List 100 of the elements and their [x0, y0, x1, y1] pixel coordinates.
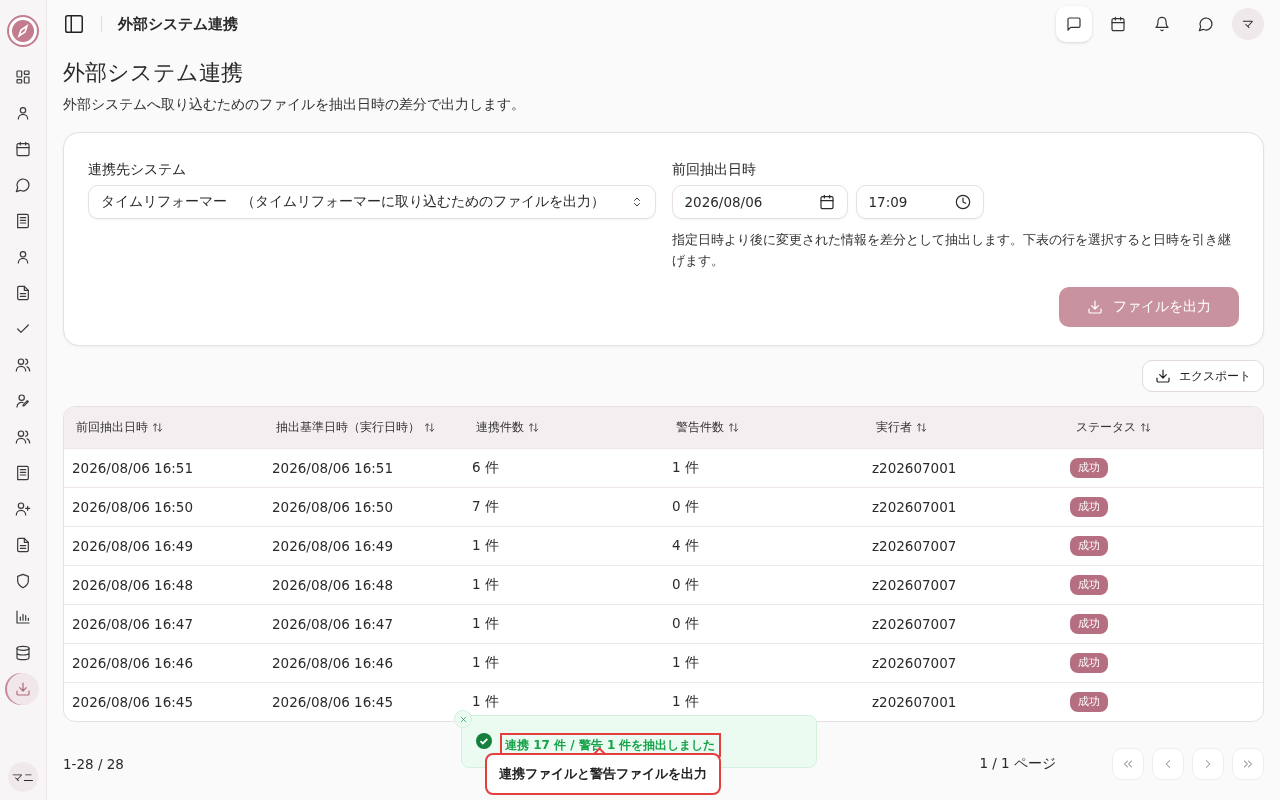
table-cell-text: 2026/08/06 16:45 — [271, 694, 394, 710]
message-button[interactable] — [1056, 6, 1092, 42]
table-cell-text: z202607007 — [871, 577, 958, 593]
table-cell-text: 1 件 — [471, 576, 500, 594]
users-icon — [15, 357, 31, 373]
document-icon — [15, 285, 31, 301]
export-button[interactable]: エクスポート — [1142, 360, 1264, 392]
user-avatar[interactable]: マニ — [8, 762, 38, 792]
tooltip: 連携ファイルと警告ファイルを出力 — [485, 753, 721, 795]
table-cell-text: 2026/08/06 16:47 — [71, 616, 194, 632]
status-badge: 成功 — [1070, 497, 1108, 517]
system-select[interactable]: タイムリフォーマー （タイムリフォーマーに取り込むためのファイルを出力） — [88, 185, 656, 219]
status-badge: 成功 — [1070, 458, 1108, 478]
table-cell-text: 2026/08/06 16:50 — [71, 499, 194, 515]
sort-icon — [424, 422, 435, 433]
notebook-icon — [15, 213, 31, 229]
table-cell-text: 2026/08/06 16:51 — [71, 460, 194, 476]
shield-icon — [15, 573, 31, 589]
page-description: 外部システムへ取り込むためのファイルを抽出日時の差分で出力します。 — [63, 96, 526, 114]
table-cell-text: 2026/08/06 16:50 — [271, 499, 394, 515]
column-header[interactable]: 前回抽出日時 — [64, 407, 264, 448]
check-circle-icon — [476, 733, 492, 749]
table-cell-text: 1 件 — [671, 654, 700, 672]
sort-icon — [728, 422, 739, 433]
database-icon — [15, 645, 31, 661]
table-cell-text: z202607001 — [871, 694, 958, 710]
status-badge: 成功 — [1070, 536, 1108, 556]
table-cell-text: 6 件 — [471, 459, 500, 477]
table-cell-text: z202607001 — [871, 460, 958, 476]
column-header[interactable]: 実行者 — [864, 407, 1064, 448]
status-badge: 成功 — [1070, 653, 1108, 673]
sort-icon — [152, 422, 163, 433]
row-range: 1-28 / 28 — [63, 756, 124, 772]
table-cell-text: 1 件 — [471, 654, 500, 672]
table-cell-text: 0 件 — [671, 498, 700, 516]
status-badge: 成功 — [1070, 614, 1108, 634]
table-cell-text: 2026/08/06 16:51 — [271, 460, 394, 476]
column-header[interactable]: 抽出基準日時（実行日時） — [264, 407, 464, 448]
message-icon — [1066, 16, 1082, 32]
document-icon — [15, 537, 31, 553]
table-cell-text: 1 件 — [671, 459, 700, 477]
page-title: 外部システム連携 — [63, 59, 244, 87]
bar-chart-icon — [15, 609, 31, 625]
table-cell-text: 2026/08/06 16:46 — [71, 655, 194, 671]
bell-icon — [1154, 16, 1170, 32]
status-badge: 成功 — [1070, 575, 1108, 595]
user-icon — [15, 105, 31, 121]
user-icon — [15, 249, 31, 265]
download-icon — [15, 681, 31, 697]
table-cell-text: z202607007 — [871, 538, 958, 554]
table-cell-text: z202607007 — [871, 616, 958, 632]
sidebar-toggle-icon — [63, 13, 85, 35]
user-edit-icon — [15, 393, 31, 409]
sort-icon — [916, 422, 927, 433]
calendar-icon — [1110, 16, 1126, 32]
sort-icon — [528, 422, 539, 433]
table-cell-text: 2026/08/06 16:48 — [271, 577, 394, 593]
double-chevron-left-icon — [1121, 757, 1135, 771]
page-header-title: 外部システム連携 — [118, 14, 238, 34]
clock-icon — [954, 194, 971, 210]
table-cell-text: z202607007 — [871, 655, 958, 671]
table-cell-text: 1 件 — [471, 693, 500, 711]
compass-logo[interactable] — [7, 15, 39, 47]
table-cell-text: 2026/08/06 16:45 — [71, 694, 194, 710]
table-cell-text: 2026/08/06 16:46 — [271, 655, 394, 671]
column-header[interactable]: ステータス — [1064, 407, 1263, 448]
table-cell-text: 0 件 — [671, 576, 700, 594]
column-header[interactable]: 警告件数 — [664, 407, 864, 448]
table-cell-text: 0 件 — [671, 615, 700, 633]
table-cell-text: 2026/08/06 16:48 — [71, 577, 194, 593]
table-cell-text: z202607001 — [871, 499, 958, 515]
download-icon — [1155, 368, 1171, 384]
table-cell-text: 2026/08/06 16:47 — [271, 616, 394, 632]
column-header[interactable]: 連携件数 — [464, 407, 664, 448]
date-field[interactable]: 2026/08/06 — [671, 185, 848, 219]
download-icon — [1087, 299, 1103, 315]
chat-icon — [15, 177, 31, 193]
notebook-icon — [15, 465, 31, 481]
dashboard-icon — [15, 69, 31, 85]
time-field[interactable]: 17:09 — [855, 185, 984, 219]
table-cell-text: 1 件 — [471, 615, 500, 633]
sidebar-toggle-button[interactable] — [63, 13, 85, 35]
user-avatar[interactable]: マ — [1232, 8, 1264, 40]
page-indicator: 1 / 1 ページ — [979, 755, 1056, 773]
table-cell-text: 1 件 — [471, 537, 500, 555]
help-text: 指定日時より後に変更された情報を差分として抽出します。下表の行を選択すると日時を引き継げます。 — [671, 231, 1232, 270]
field-label: 連携先システム — [88, 161, 187, 179]
calendar-icon — [15, 141, 31, 157]
table-cell-text: 2026/08/06 16:49 — [271, 538, 394, 554]
field-label: 前回抽出日時 — [671, 161, 757, 179]
close-icon — [458, 714, 468, 724]
chat-icon — [1198, 16, 1214, 32]
table-cell-text: 1 件 — [671, 693, 700, 711]
table-cell-text: 4 件 — [671, 537, 700, 555]
status-badge: 成功 — [1070, 692, 1108, 712]
table-cell-text: 7 件 — [471, 498, 500, 516]
sort-icon — [1140, 422, 1151, 433]
double-chevron-right-icon — [1241, 757, 1255, 771]
table-cell-text: 2026/08/06 16:49 — [71, 538, 194, 554]
calendar-icon — [818, 194, 835, 210]
